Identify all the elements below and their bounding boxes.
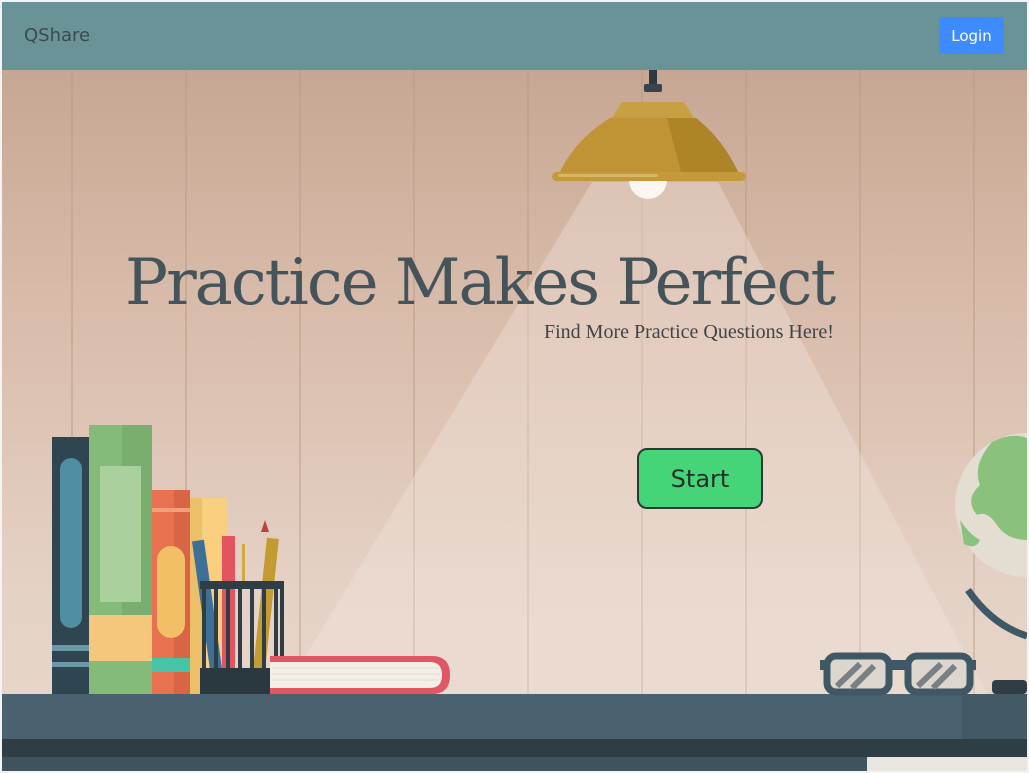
app-frame: QShare Login Practice Makes Perfect Find… <box>2 2 1027 771</box>
brand-logo[interactable]: QShare <box>24 25 90 46</box>
start-button[interactable]: Start <box>637 448 763 509</box>
lamp-icon <box>552 70 746 199</box>
hero-headline: Practice Makes Perfect <box>125 246 836 320</box>
desk <box>2 694 1027 771</box>
navbar: QShare Login <box>2 2 1027 70</box>
lying-book <box>270 656 450 694</box>
login-button[interactable]: Login <box>939 17 1004 54</box>
hero-section: Practice Makes Perfect Find More Practic… <box>2 70 1027 771</box>
hero-illustration <box>2 70 1027 771</box>
hero-subline: Find More Practice Questions Here! <box>544 321 834 343</box>
